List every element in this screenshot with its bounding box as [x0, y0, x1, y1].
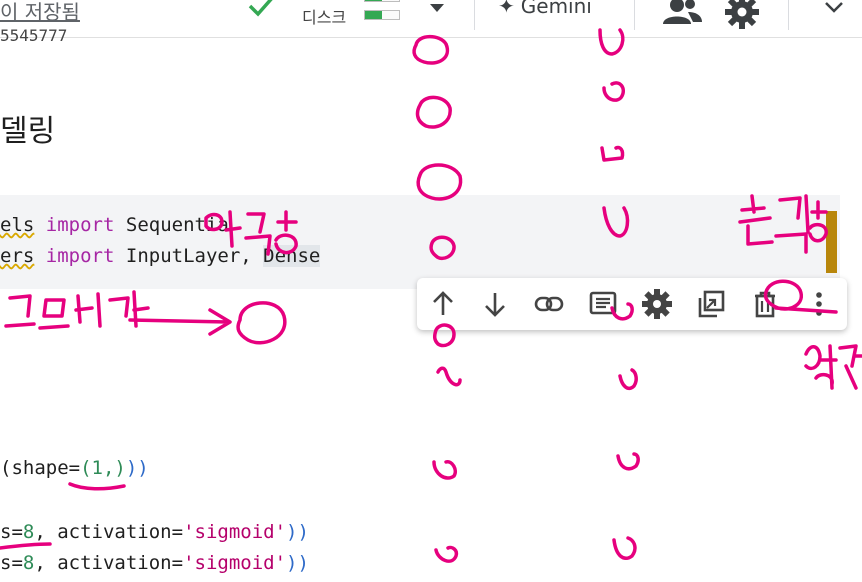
code-line: s=8, activation='sigmoid'))	[0, 521, 309, 543]
settings-icon[interactable]	[641, 288, 673, 320]
more-vert-icon[interactable]	[803, 288, 835, 320]
cell-status-marker	[826, 211, 837, 273]
disk-bar	[364, 10, 400, 20]
trash-icon[interactable]	[749, 288, 781, 320]
mirror-cell-icon[interactable]	[695, 288, 727, 320]
top-bar: 이 저장됨 디스크 ✦ Gemini	[0, 0, 862, 38]
disk-label: 디스크	[302, 8, 347, 27]
chevron-down-icon[interactable]	[427, 0, 447, 16]
arrow-down-icon[interactable]	[479, 288, 511, 320]
people-icon[interactable]	[660, 0, 704, 28]
section-heading: 델링	[0, 114, 56, 149]
code-line: ers import InputLayer, Dense	[0, 245, 321, 267]
gemini-label: Gemini	[520, 0, 592, 18]
gear-icon[interactable]	[724, 0, 760, 30]
divider	[788, 0, 789, 30]
code-line: s=8, activation='sigmoid'))	[0, 552, 309, 574]
divider	[634, 0, 635, 30]
gemini-button[interactable]: ✦ Gemini	[498, 0, 592, 18]
chevron-down-icon[interactable]	[822, 0, 846, 18]
ram-bar	[364, 0, 400, 2]
cell-toolbar	[417, 278, 847, 330]
code-line: (shape=(1,)))	[0, 457, 149, 479]
check-icon	[248, 0, 273, 17]
arrow-up-icon[interactable]	[427, 288, 459, 320]
save-status-link[interactable]: 이 저장됨	[0, 0, 80, 25]
comment-icon[interactable]	[587, 288, 619, 320]
cell-output-text: 5545777	[0, 26, 68, 45]
code-cell-imports[interactable]	[0, 195, 840, 289]
code-line: els import Sequentia	[0, 214, 229, 236]
sparkle-icon: ✦	[498, 0, 515, 18]
divider	[474, 0, 475, 30]
link-icon[interactable]	[533, 288, 565, 320]
resource-indicator[interactable]: 디스크	[302, 0, 400, 32]
